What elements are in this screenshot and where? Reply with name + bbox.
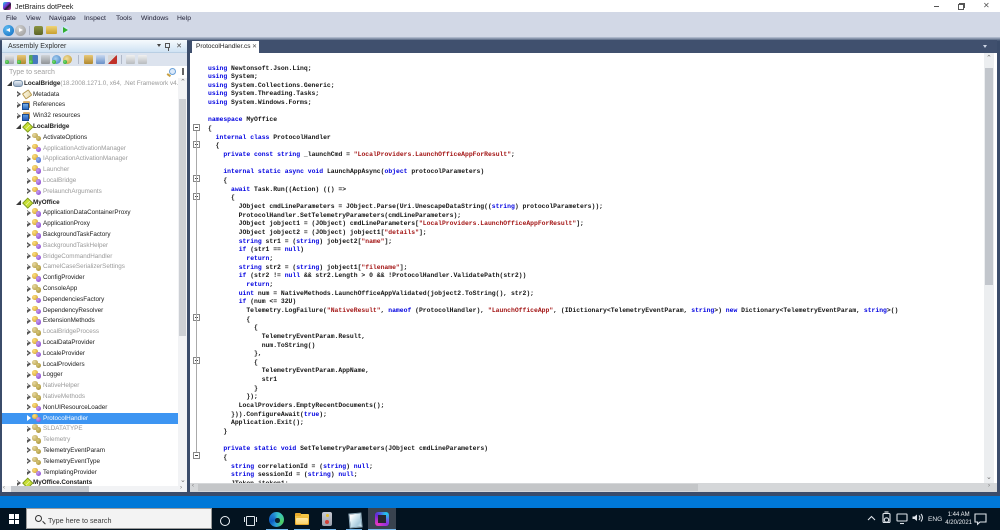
svg-text:ENG: ENG — [928, 516, 942, 523]
